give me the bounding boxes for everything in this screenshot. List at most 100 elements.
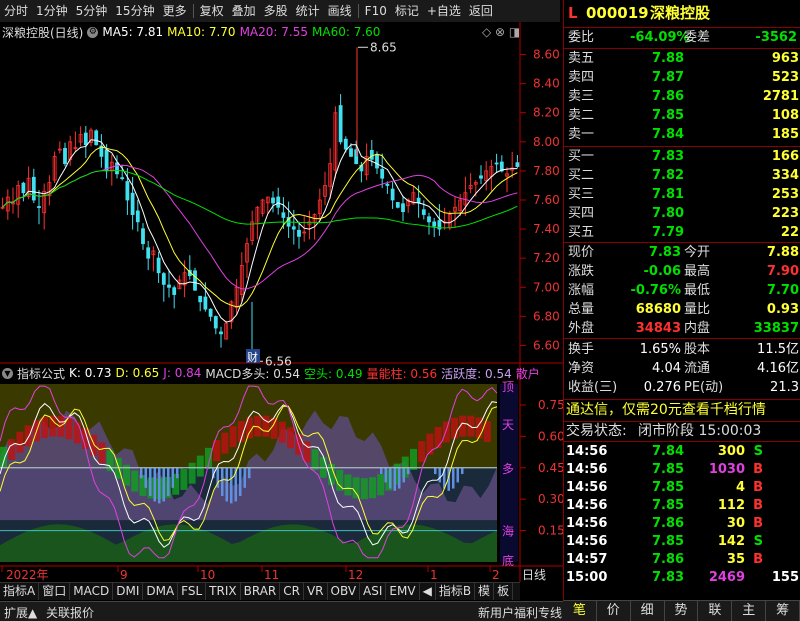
indicator-tab[interactable]: ASI: [360, 583, 387, 600]
quote-row: 买三 7.81 253: [564, 186, 800, 204]
indicator-tabs: 指标A 窗口 MACD DMI DMA FSL TRIX BRAR CR VR OBV ASI EMV ◀…: [0, 582, 520, 600]
indicator-tab[interactable]: BRAR: [241, 583, 281, 600]
candle-body: [271, 197, 275, 204]
indicator-tab[interactable]: OBV: [328, 583, 361, 600]
candle-body: [297, 229, 301, 237]
ind-bar: [442, 421, 450, 443]
quote-tab[interactable]: 联: [698, 601, 733, 621]
toolbar-tongji-button[interactable]: 统计: [292, 0, 324, 22]
ind-tick-label: 0.15: [538, 524, 563, 538]
indicator-tab[interactable]: 板: [494, 583, 514, 600]
indicator-tab[interactable]: 指标B: [436, 583, 476, 600]
stat-value: 34843: [635, 321, 681, 336]
indicator-tab[interactable]: EMV: [386, 583, 420, 600]
kline-chart[interactable]: 8.60 8.40 8.20 8.00 7.80 7.60 7.40 7.20 7.00 6.80…: [0, 22, 563, 582]
welfare-link[interactable]: 新用户福利专线: [478, 604, 562, 621]
quote-tab[interactable]: 笔: [563, 601, 597, 621]
ind-bar: [278, 421, 286, 443]
zone-label: 多: [502, 462, 514, 476]
ind-bar: [426, 433, 434, 455]
toolbar-15min-button[interactable]: 15分钟: [111, 0, 158, 22]
indicator-tab[interactable]: 模: [475, 583, 495, 600]
volume-bar: [167, 467, 170, 497]
candle-body: [198, 295, 203, 303]
candle-body: [63, 148, 67, 165]
indicator-tab[interactable]: DMI: [113, 583, 144, 600]
indicator-tab[interactable]: FSL: [178, 583, 207, 600]
volume-bar: [162, 467, 165, 502]
indicator-name[interactable]: 指标公式: [17, 365, 65, 382]
stat-value: 1.65%: [639, 342, 681, 357]
price-tick-label: 7.40: [533, 222, 560, 236]
candle-body: [385, 183, 390, 186]
candle-body: [380, 168, 385, 179]
toolbar-more-button[interactable]: 更多: [159, 0, 191, 22]
indicator-tab[interactable]: VR: [304, 583, 328, 600]
d-label: D: 0.65: [115, 366, 160, 380]
toolbar-1min-button[interactable]: 1分钟: [32, 0, 72, 22]
expand-button[interactable]: 扩展▲: [4, 604, 37, 621]
time-tick-label: 1: [430, 568, 438, 582]
toolbar-back-button[interactable]: 返回: [465, 0, 497, 22]
stat-label: PE(动): [684, 380, 724, 395]
toolbar-biaoji-button[interactable]: 标记: [391, 0, 423, 22]
volume-bar: [438, 467, 441, 483]
stat-label: 量比: [684, 302, 711, 317]
quote-tab[interactable]: 价: [597, 601, 631, 621]
price-tick-label: 7.60: [533, 193, 560, 207]
time-tick-label: 10: [200, 568, 215, 582]
quote-row: 14:56 7.85 1030 B: [564, 461, 800, 479]
indicator-tab[interactable]: DMA: [143, 583, 179, 600]
volume-bar: [149, 467, 152, 497]
quote-tab[interactable]: 势: [665, 601, 699, 621]
liang-label: 量能柱: 0.56: [366, 366, 438, 381]
toolbar-diejia-button[interactable]: 叠加: [228, 0, 260, 22]
chart-window-icons[interactable]: ◇ ⊗ ◨: [482, 25, 520, 39]
bid-label: 买二: [568, 168, 595, 183]
indicator-tab[interactable]: MACD: [70, 583, 114, 600]
toolbar-duogu-button[interactable]: 多股: [260, 0, 292, 22]
indicator-tab[interactable]: TRIX: [206, 583, 241, 600]
ind-bar: [377, 474, 385, 496]
volume-bar: [176, 467, 179, 479]
toolbar-huaxian-button[interactable]: 画线: [324, 0, 356, 22]
ind-bar: [24, 425, 32, 447]
volume-bar: [225, 467, 228, 502]
weicha-value: -3562: [755, 30, 797, 45]
quote-tab[interactable]: 细: [631, 601, 665, 621]
toolbar-fuquan-button[interactable]: 复权: [196, 0, 228, 22]
toolbar-f10-button[interactable]: F10: [361, 0, 391, 22]
toolbar-fenshi-button[interactable]: 分时: [0, 0, 32, 22]
time-tick-label: 12: [348, 568, 363, 582]
stat-label: 现价: [568, 245, 595, 260]
volume-bar: [171, 467, 174, 488]
tick-time: 14:56: [566, 462, 608, 477]
indicator-toggle-icon[interactable]: ▼: [2, 367, 13, 379]
j-label: J: 0.84: [163, 366, 202, 380]
toolbar-zixuan-button[interactable]: +自选: [423, 0, 465, 22]
candle-body: [213, 316, 218, 329]
candle-body: [94, 130, 99, 146]
indicator-tab[interactable]: 指标A: [0, 583, 40, 600]
indicator-tab[interactable]: ◀: [420, 583, 436, 600]
promo-link[interactable]: 通达信，仅需20元查看千档行情: [566, 401, 766, 419]
volume-bar: [384, 467, 387, 483]
stat-value: 7.70: [766, 283, 799, 298]
toolbar-5min-button[interactable]: 5分钟: [72, 0, 112, 22]
volume-bar: [221, 467, 224, 497]
ask-price: 7.88: [652, 51, 685, 66]
volume-bar: [456, 467, 459, 483]
settings-icon[interactable]: ⚙: [87, 26, 99, 38]
quote-tab[interactable]: 主: [732, 601, 767, 621]
tick-time: 14:56: [566, 498, 608, 513]
bid-volume: 166: [771, 149, 799, 164]
related-quote-button[interactable]: 关联报价: [46, 604, 94, 621]
candle-body: [208, 308, 213, 317]
indicator-tab[interactable]: CR: [280, 583, 304, 600]
ask-price: 7.85: [652, 108, 685, 123]
stat-value: 33837: [753, 321, 799, 336]
quote-tab[interactable]: 筹: [766, 601, 800, 621]
bid-price: 7.79: [652, 225, 685, 240]
ind-bar: [418, 441, 426, 463]
indicator-tab[interactable]: 窗口: [39, 583, 71, 600]
